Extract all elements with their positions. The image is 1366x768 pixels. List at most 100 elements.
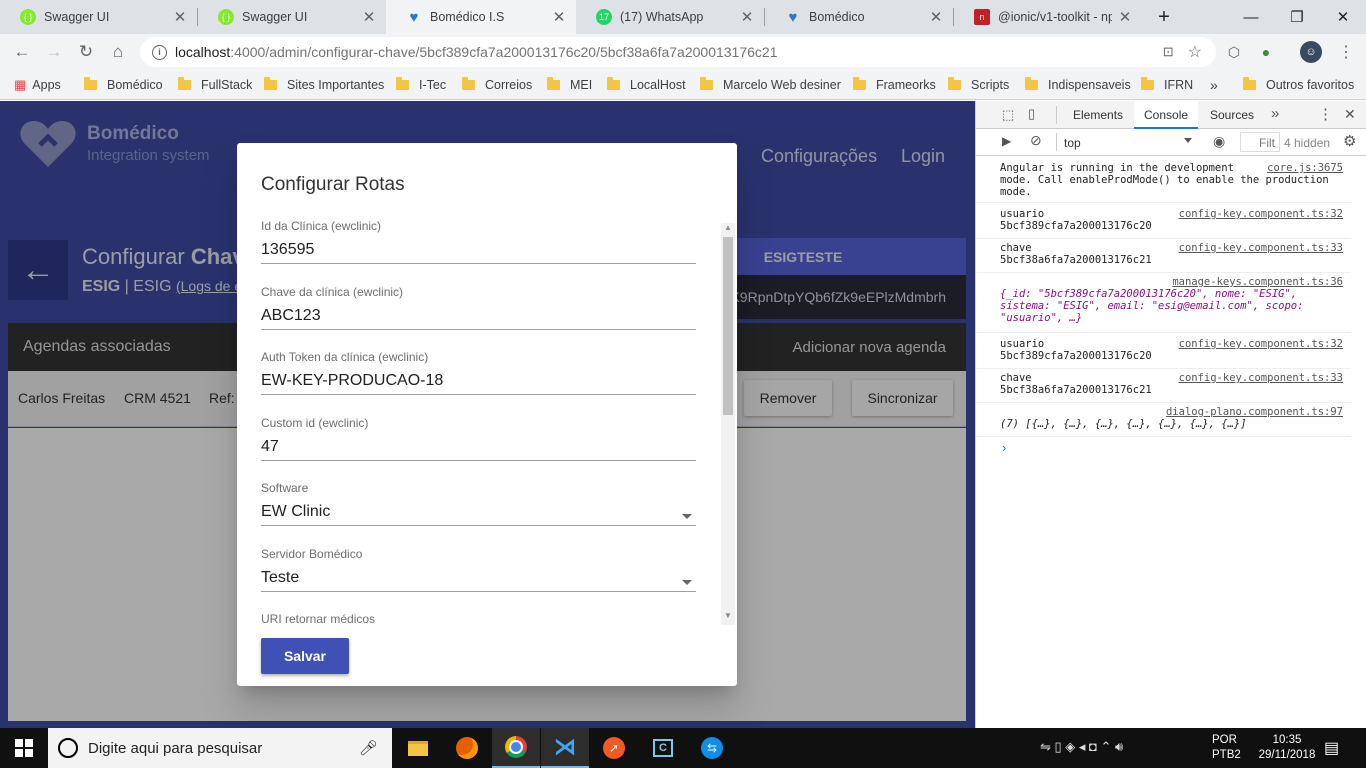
postman-icon[interactable]: ➚: [590, 728, 638, 768]
reload-button[interactable]: ↻: [74, 40, 98, 64]
bookmark-folder[interactable]: IFRN: [1141, 75, 1193, 95]
bookmark-star-icon[interactable]: ☆: [1188, 42, 1202, 62]
tab-npm[interactable]: n @ionic/v1-toolkit - npm ✕: [954, 0, 1142, 34]
field-value[interactable]: EW Clinic: [261, 503, 696, 523]
forward-button[interactable]: →: [42, 40, 66, 64]
firefox-icon[interactable]: [443, 728, 491, 768]
select-software[interactable]: Software EW Clinic: [261, 481, 696, 526]
dropdown-arrow-icon[interactable]: [682, 514, 692, 519]
context-dropdown-icon[interactable]: [1184, 138, 1192, 143]
bookmark-folder[interactable]: Scripts: [948, 75, 1009, 95]
field-auth-token[interactable]: Auth Token da clínica (ewclinic) EW-KEY-…: [261, 350, 696, 395]
field-value[interactable]: 47: [261, 438, 696, 458]
field-value[interactable]: ABC123: [261, 307, 696, 327]
bookmark-folder[interactable]: Frameorks: [853, 75, 936, 95]
bookmark-folder[interactable]: Indispensaveis: [1025, 75, 1131, 95]
field-chave-clinica[interactable]: Chave da clínica (ewclinic) ABC123: [261, 285, 696, 330]
profile-avatar[interactable]: ☺: [1300, 41, 1322, 63]
globe-extension-icon[interactable]: ●: [1254, 40, 1278, 64]
minimize-button[interactable]: —: [1228, 0, 1274, 34]
log-source-link[interactable]: dialog-plano.component.ts:97: [1166, 406, 1343, 418]
close-tab-icon[interactable]: ✕: [740, 8, 754, 26]
restore-button[interactable]: ❐: [1274, 0, 1320, 34]
log-source-link[interactable]: config-key.component.ts:33: [1179, 372, 1343, 384]
console-array-entry[interactable]: dialog-plano.component.ts:97 (7) [{…}, {…: [976, 403, 1351, 437]
scrollbar-thumb[interactable]: [723, 237, 733, 415]
new-tab-button[interactable]: +: [1152, 5, 1176, 29]
bookmark-folder[interactable]: MEI: [547, 75, 592, 95]
tab-whatsapp[interactable]: 17 (17) WhatsApp ✕: [576, 0, 764, 34]
info-icon[interactable]: i: [152, 44, 167, 60]
teamviewer-icon[interactable]: ⇆: [688, 728, 736, 768]
eye-icon[interactable]: ◉: [1213, 133, 1225, 150]
tab-bomedico-is[interactable]: ♥ Bomédico I.S ✕: [386, 0, 576, 34]
close-tab-icon[interactable]: ✕: [552, 8, 566, 26]
field-value[interactable]: EW-KEY-PRODUCAO-18: [261, 372, 696, 392]
tab-swagger-1[interactable]: { } Swagger UI ✕: [0, 0, 197, 34]
console-object-entry[interactable]: manage-keys.component.ts:36 {_id: "5bcf3…: [976, 273, 1351, 333]
extension-icon[interactable]: ⬡: [1222, 40, 1246, 64]
console-prompt-icon[interactable]: ›: [1002, 440, 1006, 455]
translate-icon[interactable]: ⊡: [1163, 44, 1174, 60]
terminal-app-icon[interactable]: C: [639, 728, 687, 768]
home-button[interactable]: ⌂: [106, 40, 130, 64]
tab-elements[interactable]: Elements: [1073, 108, 1123, 122]
menu-kebab-icon[interactable]: ⋮: [1334, 40, 1358, 64]
more-tabs-icon[interactable]: »: [1271, 105, 1279, 122]
field-id-clinica[interactable]: Id da Clínica (ewclinic) 136595: [261, 219, 696, 264]
tab-bomedico[interactable]: ♥ Bomédico ✕: [765, 0, 953, 34]
save-button[interactable]: Salvar: [261, 638, 349, 674]
taskbar-search-box[interactable]: Digite aqui para pesquisar 🎤︎: [48, 728, 392, 768]
chrome-icon[interactable]: [492, 728, 540, 768]
field-value[interactable]: Teste: [261, 569, 696, 589]
field-uri-medicos[interactable]: URI retornar médicos: [261, 612, 696, 624]
close-tab-icon[interactable]: ✕: [929, 8, 943, 26]
address-bar[interactable]: i localhost:4000/admin/configurar-chave/…: [140, 37, 1216, 67]
log-source-link[interactable]: config-key.component.ts:32: [1179, 338, 1343, 350]
bookmark-apps[interactable]: ▦ Apps: [14, 75, 61, 95]
sidebar-toggle-icon[interactable]: ▶: [1002, 134, 1011, 148]
close-tab-icon[interactable]: ✕: [362, 8, 376, 26]
bookmark-other[interactable]: Outros favoritos: [1243, 75, 1354, 95]
close-tab-icon[interactable]: ✕: [173, 8, 187, 26]
tab-swagger-2[interactable]: { } Swagger UI ✕: [198, 0, 386, 34]
close-tab-icon[interactable]: ✕: [1118, 8, 1132, 26]
log-source-link[interactable]: manage-keys.component.ts:36: [1172, 276, 1343, 288]
more-bookmarks-icon[interactable]: »: [1210, 75, 1218, 95]
console-filter-input[interactable]: Filt: [1240, 132, 1280, 152]
notifications-icon[interactable]: ▤: [1324, 738, 1339, 758]
log-source-link[interactable]: config-key.component.ts:32: [1179, 208, 1343, 220]
bookmark-folder[interactable]: Correios: [462, 75, 532, 95]
language-indicator[interactable]: POR PTB2: [1212, 733, 1241, 763]
field-value[interactable]: 136595: [261, 241, 696, 261]
select-servidor[interactable]: Servidor Bomédico Teste: [261, 547, 696, 592]
clear-console-icon[interactable]: ⊘: [1030, 132, 1042, 149]
microphone-icon[interactable]: 🎤︎: [359, 739, 378, 757]
close-window-button[interactable]: ✕: [1320, 0, 1366, 34]
bookmark-folder[interactable]: LocalHost: [607, 75, 686, 95]
back-button[interactable]: ←: [10, 40, 34, 64]
tab-console[interactable]: Console: [1134, 101, 1199, 129]
file-explorer-icon[interactable]: [394, 728, 442, 768]
context-select[interactable]: top: [1064, 136, 1081, 150]
scroll-down-icon[interactable]: ▼: [721, 611, 735, 623]
vscode-icon[interactable]: ⋊: [541, 728, 589, 768]
tab-sources[interactable]: Sources: [1210, 108, 1254, 122]
dialog-scrollbar[interactable]: ▲ ▼: [721, 223, 735, 625]
log-source-link[interactable]: config-key.component.ts:33: [1179, 242, 1343, 254]
dropdown-arrow-icon[interactable]: [682, 580, 692, 585]
scroll-up-icon[interactable]: ▲: [721, 223, 735, 235]
bookmark-folder[interactable]: Marcelo Web desiner: [700, 75, 841, 95]
bookmark-folder[interactable]: FullStack: [178, 75, 252, 95]
inspect-icon[interactable]: ⬚: [1002, 107, 1014, 123]
bookmark-folder[interactable]: Bomédico: [84, 75, 163, 95]
log-source-link[interactable]: core.js:3675: [1267, 162, 1343, 174]
devtools-menu-icon[interactable]: ⋮: [1318, 105, 1333, 123]
system-tray-icons[interactable]: ⇋ ▯ ◈ ◂ ◘ ⌃ 🔊︎: [1040, 739, 1123, 755]
bookmark-folder[interactable]: I-Tec: [396, 75, 446, 95]
devtools-scrollbar[interactable]: [1353, 101, 1366, 728]
windows-start-icon[interactable]: [0, 728, 48, 768]
field-custom-id[interactable]: Custom id (ewclinic) 47: [261, 416, 696, 461]
device-toggle-icon[interactable]: ▯: [1028, 106, 1035, 122]
bookmark-folder[interactable]: Sites Importantes: [264, 75, 384, 95]
